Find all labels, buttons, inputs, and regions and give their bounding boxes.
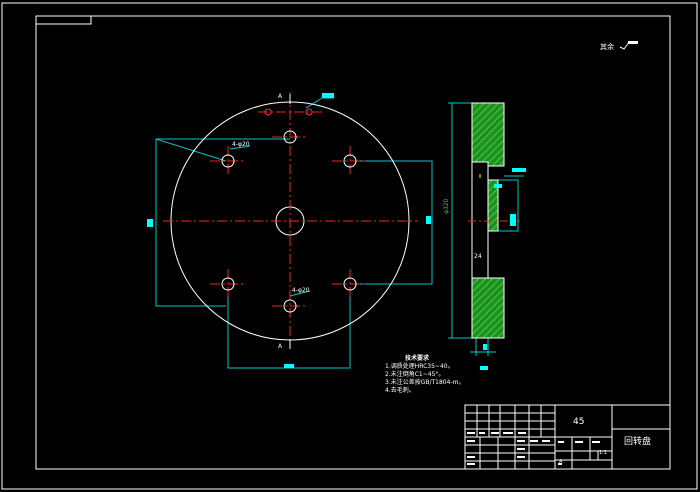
top-left-tag (35, 15, 92, 25)
dim-box-right (426, 216, 431, 224)
part-name: 回转盘 (624, 437, 652, 447)
cad-drawing (1, 2, 698, 490)
material-label: 45 (573, 417, 585, 427)
roughness-symbol (619, 40, 638, 50)
dim-box-top (322, 93, 334, 98)
outer-frame (1, 2, 698, 490)
tech-req-line-4: 4.去毛刺。 (385, 387, 415, 394)
side-dim-box-1 (512, 168, 526, 172)
front-centerlines (163, 92, 418, 346)
roughness-note: 其余 (600, 43, 614, 51)
tech-req-line-2: 2.未注倒角C1~45°。 (385, 371, 445, 378)
side-dim-box-5 (483, 344, 487, 350)
dim-box-left (147, 219, 153, 227)
section-bore (471, 161, 489, 279)
side-dim-box-3 (494, 184, 502, 188)
hole-callout-bottom: 4-φ20 (292, 287, 310, 294)
side-dim-box-2 (510, 214, 516, 226)
side-dim-box-4 (480, 366, 488, 370)
section-label-bottom: A (278, 343, 283, 350)
side-view (448, 102, 526, 370)
scale-label: 1:1 (599, 450, 608, 456)
technical-requirements: 技术要求 1.调质处理HRC35~40。 2.未注倒角C1~45°。 3.未注公… (385, 355, 464, 395)
side-small-dim: 24 (474, 253, 482, 260)
hole-callout-top: 4-φ20 (232, 141, 250, 148)
side-diameter-label: φ320 (443, 198, 450, 214)
tech-req-line-3: 3.未注公差按GB/T1804-m。 (385, 379, 465, 386)
tech-req-line-1: 1.调质处理HRC35~40。 (385, 363, 454, 370)
sheet-label: A (559, 459, 563, 465)
front-view (147, 92, 433, 369)
tech-req-title: 技术要求 (405, 355, 430, 362)
section-label-top: A (278, 93, 283, 100)
dim-box-bottom (284, 364, 294, 368)
front-dimensions (155, 97, 433, 369)
inner-frame (35, 15, 671, 470)
